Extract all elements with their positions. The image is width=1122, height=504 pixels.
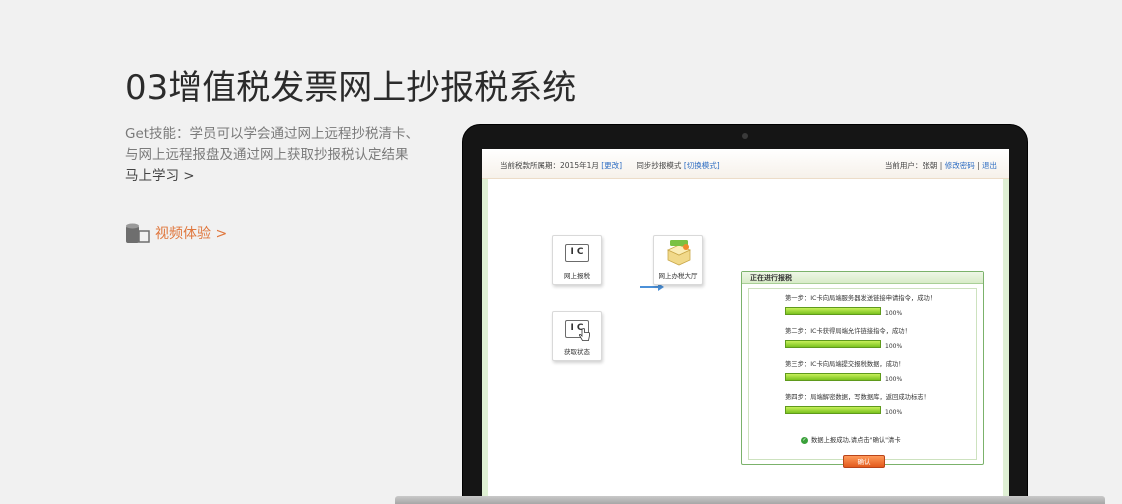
logout-link[interactable]: 退出 bbox=[982, 161, 997, 170]
step-text: 第三步：IC卡向局端提交报税数据，成功！ bbox=[785, 361, 905, 368]
tax-hall-icon bbox=[667, 240, 691, 266]
progress-percent: 100% bbox=[885, 343, 903, 350]
page-title: 03增值税发票网上抄报税系统 bbox=[125, 68, 577, 108]
panel-title: 正在进行报税 bbox=[742, 272, 983, 284]
description: Get技能：学员可以学会通过网上远程抄税清卡、 与网上远程报盘及通过网上获取抄报… bbox=[125, 124, 435, 187]
step-text: 第四步：局端解密数据，写数据库，返回成功标志！ bbox=[785, 394, 930, 401]
get-status-tile[interactable]: I C 获取状态 bbox=[552, 311, 602, 361]
video-icon bbox=[125, 222, 151, 244]
learn-now-link[interactable]: 马上学习 > bbox=[125, 166, 435, 187]
progress-percent: 100% bbox=[885, 376, 903, 383]
progress-bar bbox=[785, 307, 881, 315]
hand-cursor-icon bbox=[579, 328, 590, 341]
content-frame: I C 网上报税 网上办税大厅 I C 获取状态 正在进行报税 第一步：IC卡向… bbox=[482, 179, 1009, 504]
panel-body: 第一步：IC卡向局端服务器发送链接申请指令，成功！ 100% 第二步：IC卡获得… bbox=[748, 288, 977, 468]
arrow-right-icon bbox=[640, 283, 664, 291]
progress-percent: 100% bbox=[885, 310, 903, 317]
change-period-link[interactable]: [更改] bbox=[601, 161, 622, 170]
success-message-text: 数据上报成功,请点击"确认"清卡 bbox=[811, 437, 901, 444]
screen-topbar: 当前税款所属期：2015年1月 [更改] 同步抄报模式 [切换模式] 当前用户：… bbox=[482, 149, 1009, 179]
confirm-button[interactable]: 确认 bbox=[843, 455, 885, 468]
switch-mode-link[interactable]: [切换模式] bbox=[684, 161, 720, 170]
online-report-tile[interactable]: I C 网上报税 bbox=[552, 235, 602, 285]
progress-bar bbox=[785, 373, 881, 381]
online-tax-hall-label: 网上办税大厅 bbox=[658, 272, 698, 280]
online-tax-hall-tile[interactable]: 网上办税大厅 bbox=[653, 235, 703, 285]
step-text: 第二步：IC卡获得局端允许链接指令，成功！ bbox=[785, 328, 911, 335]
progress-percent: 100% bbox=[885, 409, 903, 416]
description-line-2: 与网上远程报盘及通过网上获取抄报税认定结果 bbox=[125, 147, 409, 163]
reporting-panel: 正在进行报税 第一步：IC卡向局端服务器发送链接申请指令，成功！ 100% 第二… bbox=[741, 271, 984, 468]
success-message: ✓ 数据上报成功,请点击"确认"清卡 bbox=[801, 435, 901, 444]
description-line-1: Get技能：学员可以学会通过网上远程抄税清卡、 bbox=[125, 126, 420, 142]
tax-period-label: 当前税款所属期：2015年1月 bbox=[500, 161, 599, 170]
progress-bar bbox=[785, 340, 881, 348]
laptop-base bbox=[395, 496, 1105, 504]
get-status-label: 获取状态 bbox=[564, 348, 590, 356]
sync-mode-label: 同步抄报模式 bbox=[636, 161, 682, 170]
laptop-screen: 当前税款所属期：2015年1月 [更改] 同步抄报模式 [切换模式] 当前用户：… bbox=[482, 149, 1009, 504]
ic-card-icon: I C bbox=[565, 244, 589, 262]
check-icon: ✓ bbox=[801, 436, 808, 444]
camera-icon bbox=[742, 133, 748, 139]
current-user-label: 当前用户：张朝 bbox=[884, 161, 938, 170]
laptop-mockup: 当前税款所属期：2015年1月 [更改] 同步抄报模式 [切换模式] 当前用户：… bbox=[462, 124, 1028, 504]
change-password-link[interactable]: 修改密码 bbox=[945, 161, 975, 170]
video-experience-link[interactable]: 视频体验 > bbox=[125, 222, 227, 244]
progress-bar bbox=[785, 406, 881, 414]
video-link-label: 视频体验 > bbox=[155, 226, 228, 242]
online-report-label: 网上报税 bbox=[564, 272, 590, 280]
step-text: 第一步：IC卡向局端服务器发送链接申请指令，成功！ bbox=[785, 295, 937, 302]
